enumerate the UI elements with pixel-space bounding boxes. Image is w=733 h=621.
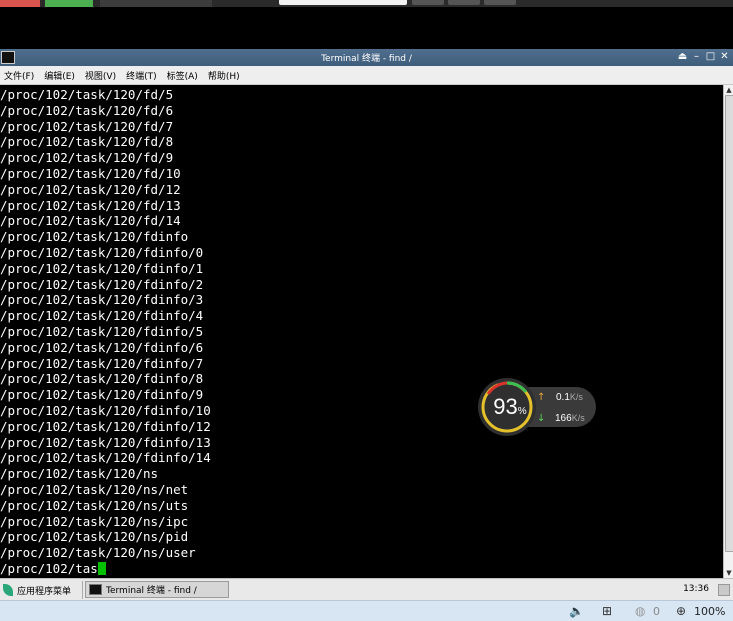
terminal-line: /proc/102/task/120/fdinfo/0 — [0, 244, 204, 260]
upload-value: 0.1 — [556, 392, 570, 403]
zoom-icon[interactable]: ⊕ — [676, 604, 686, 618]
terminal-line: /proc/102/task/120/fd/9 — [0, 150, 174, 166]
taskbar: 应用程序菜单 Terminal 终端 - find / 13:36 — [0, 578, 733, 601]
usage-percent-symbol: % — [517, 406, 527, 417]
terminal-line: /proc/102/task/120/fd/13 — [0, 197, 181, 213]
window-titlebar[interactable]: Terminal 终端 - find / ⏏ – □ ✕ — [0, 49, 733, 66]
menu-tabs[interactable]: 标签(A) — [167, 69, 198, 82]
terminal-current-input: /proc/102/tas — [0, 560, 98, 576]
network-speed-widget[interactable]: 93% ↑ ↓ 0.1K/s 166K/s — [478, 378, 596, 436]
terminal-lines: /proc/102/task/120/fd/5/proc/102/task/12… — [0, 87, 211, 577]
top-button-3[interactable] — [484, 0, 516, 5]
zoom-level[interactable]: 100% — [694, 605, 725, 618]
menu-terminal[interactable]: 终端(T) — [126, 69, 157, 82]
terminal-line: /proc/102/task/120/fdinfo/8 — [0, 371, 204, 387]
system-tray: 🔈 ⊞ ◍ 0 ⊕ 100% — [0, 600, 733, 621]
download-value: 166 — [555, 413, 572, 424]
terminal-prompt-line[interactable]: /proc/102/tas — [0, 561, 211, 577]
terminal-line: /proc/102/task/120/fd/6 — [0, 102, 174, 118]
minimize-icon[interactable]: – — [691, 50, 702, 63]
terminal-line: /proc/102/task/120/fdinfo/4 — [0, 308, 204, 324]
app-menu-icon — [3, 584, 13, 596]
upload-unit: K/s — [569, 392, 583, 402]
notification-icon[interactable]: ◍ — [635, 604, 645, 618]
terminal-line: /proc/102/task/120/fd/14 — [0, 213, 181, 229]
window-title: Terminal 终端 - find / — [321, 54, 412, 64]
maximize-icon[interactable]: □ — [705, 50, 716, 63]
terminal-line: /proc/102/task/120/fdinfo/7 — [0, 355, 204, 371]
terminal-line: /proc/102/task/120/fdinfo — [0, 229, 189, 245]
taskbar-separator — [82, 581, 83, 599]
terminal-line: /proc/102/task/120/fdinfo/3 — [0, 292, 204, 308]
terminal-line: /proc/102/task/120/fdinfo/2 — [0, 276, 204, 292]
terminal-output[interactable]: /proc/102/task/120/fd/5/proc/102/task/12… — [0, 85, 723, 578]
download-unit: K/s — [571, 413, 585, 423]
close-icon[interactable]: ✕ — [719, 50, 730, 63]
app-menu-button[interactable]: 应用程序菜单 — [3, 582, 71, 598]
volume-icon[interactable]: 🔈 — [569, 604, 584, 618]
scrollbar-thumb[interactable] — [725, 95, 733, 552]
scroll-down-icon[interactable]: ▼ — [725, 569, 733, 577]
top-button-1[interactable] — [412, 0, 444, 5]
terminal-line: /proc/102/task/120/ns/ipc — [0, 513, 189, 529]
menu-file[interactable]: 文件(F) — [4, 69, 34, 82]
terminal-scrollbar[interactable]: ▲ ▼ — [723, 85, 733, 578]
window-controls: ⏏ – □ ✕ — [677, 50, 730, 63]
terminal-line: /proc/102/task/120/fd/7 — [0, 118, 174, 134]
top-dark-button[interactable] — [100, 0, 212, 7]
taskbar-terminal-task[interactable]: Terminal 终端 - find / — [85, 581, 229, 598]
terminal-line: /proc/102/task/120/fd/12 — [0, 181, 181, 197]
terminal-line: /proc/102/task/120/fd/10 — [0, 165, 181, 181]
upload-rate: 0.1K/s — [556, 392, 583, 403]
terminal-task-icon — [89, 584, 102, 595]
terminal-line: /proc/102/task/120/fd/5 — [0, 87, 174, 102]
terminal-line: /proc/102/task/120/ns/net — [0, 481, 189, 497]
menu-edit[interactable]: 编辑(E) — [44, 69, 75, 82]
terminal-line: /proc/102/task/120/ns — [0, 466, 159, 482]
terminal-line: /proc/102/task/120/fdinfo/10 — [0, 402, 211, 418]
terminal-line: /proc/102/task/120/fd/8 — [0, 134, 174, 150]
top-red-button[interactable] — [0, 0, 40, 7]
top-button-2[interactable] — [448, 0, 480, 5]
terminal-cursor — [97, 561, 106, 575]
usage-percent: 93% — [487, 394, 533, 420]
top-address-field[interactable] — [279, 0, 407, 5]
terminal-line: /proc/102/task/120/fdinfo/6 — [0, 339, 204, 355]
terminal-line: /proc/102/task/120/fdinfo/14 — [0, 450, 211, 466]
terminal-line: /proc/102/task/120/fdinfo/5 — [0, 323, 204, 339]
shade-icon[interactable]: ⏏ — [677, 50, 688, 63]
top-panel — [0, 0, 733, 48]
scroll-up-icon[interactable]: ▲ — [725, 86, 733, 94]
upload-arrow-icon: ↑ — [537, 392, 546, 403]
menu-view[interactable]: 视图(V) — [85, 69, 116, 82]
clock[interactable]: 13:36 — [683, 584, 709, 594]
terminal-line: /proc/102/task/120/ns/user — [0, 545, 196, 561]
terminal-line: /proc/102/task/120/ns/pid — [0, 529, 189, 545]
app-menu-label: 应用程序菜单 — [17, 586, 72, 597]
usage-percent-value: 93 — [493, 394, 518, 419]
menu-bar: 文件(F) 编辑(E) 视图(V) 终端(T) 标签(A) 帮助(H) — [0, 66, 733, 85]
terminal-task-label: Terminal 终端 - find / — [106, 586, 197, 596]
show-desktop-button[interactable] — [718, 584, 730, 596]
notification-count: 0 — [653, 605, 660, 618]
top-green-button[interactable] — [45, 0, 93, 7]
network-icon[interactable]: ⊞ — [602, 604, 612, 618]
menu-help[interactable]: 帮助(H) — [208, 69, 240, 82]
terminal-line: /proc/102/task/120/fdinfo/1 — [0, 260, 204, 276]
terminal-line: /proc/102/task/120/ns/uts — [0, 497, 189, 513]
download-rate: 166K/s — [555, 413, 585, 424]
terminal-line: /proc/102/task/120/fdinfo/13 — [0, 434, 211, 450]
download-arrow-icon: ↓ — [537, 413, 546, 424]
terminal-line: /proc/102/task/120/fdinfo/9 — [0, 387, 204, 403]
terminal-line: /proc/102/task/120/fdinfo/12 — [0, 418, 211, 434]
